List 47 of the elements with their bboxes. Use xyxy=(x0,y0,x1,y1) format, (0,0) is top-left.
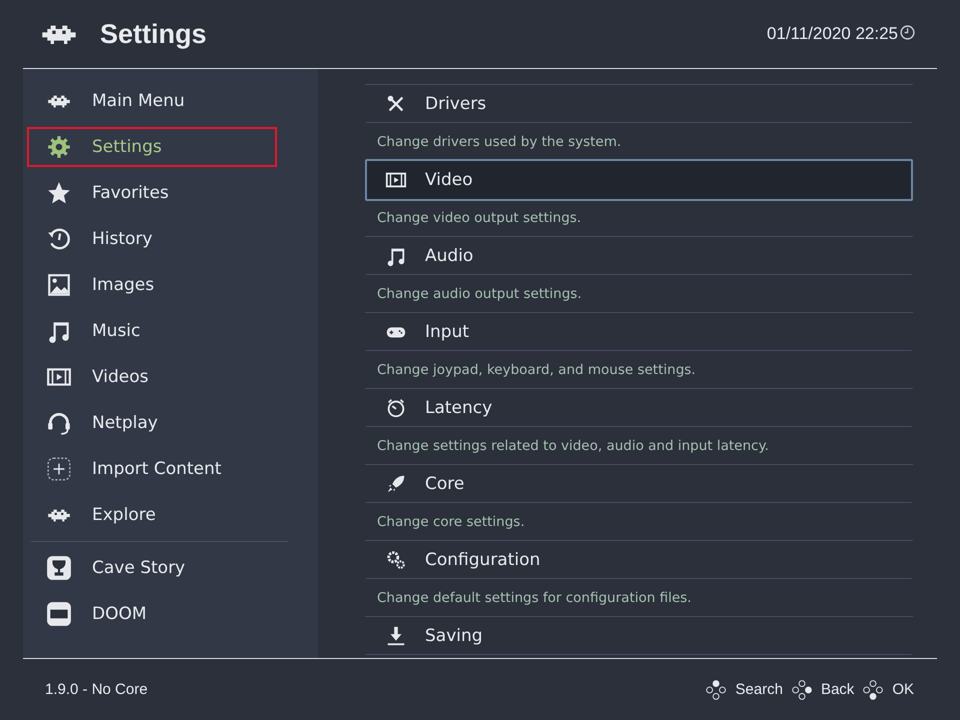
add-icon xyxy=(46,456,72,482)
menu-item[interactable]: Video xyxy=(365,159,913,201)
sidebar-item[interactable]: Settings xyxy=(27,127,277,167)
item-description: Change default settings for configuration files. xyxy=(365,579,913,617)
clock-icon xyxy=(899,24,916,40)
page-title: Settings xyxy=(100,18,207,50)
trophy-icon xyxy=(46,555,72,581)
hint-label: Search xyxy=(735,681,783,698)
sidebar-item[interactable]: Videos xyxy=(27,357,277,397)
sidebar-item[interactable]: Netplay xyxy=(27,403,277,443)
menu-item[interactable]: Input xyxy=(365,313,913,351)
hint-label: OK xyxy=(892,681,914,698)
date-time: 01/11/2020 22:25 xyxy=(766,24,898,44)
menu-item[interactable]: Drivers xyxy=(365,85,913,123)
menu-item[interactable]: Latency xyxy=(365,389,913,427)
sidebar-item[interactable]: History xyxy=(27,219,277,259)
menu-item[interactable]: Saving xyxy=(365,617,913,655)
image-icon xyxy=(46,272,72,298)
sidebar-item[interactable]: Explore xyxy=(27,495,277,535)
sidebar-item[interactable]: Main Menu xyxy=(27,81,277,121)
item-description: Change core settings. xyxy=(365,503,913,541)
sidebar-item[interactable]: Music xyxy=(27,311,277,351)
item-description: Change joypad, keyboard, and mouse settings. xyxy=(365,351,913,389)
download-icon xyxy=(385,624,407,646)
menu-item[interactable]: Core xyxy=(365,465,913,503)
gear-icon xyxy=(46,134,72,160)
sidebar-item[interactable]: Favorites xyxy=(27,173,277,213)
stopwatch-icon xyxy=(385,396,407,418)
hint-label: Back xyxy=(820,681,854,698)
game-badge-icon xyxy=(46,601,72,627)
sidebar-item[interactable]: Images xyxy=(27,265,277,305)
headset-icon xyxy=(46,410,72,436)
controller-buttons-icon xyxy=(790,678,813,700)
menu-item[interactable]: Audio xyxy=(365,237,913,275)
star-icon xyxy=(46,180,72,206)
item-description: Change video output settings. xyxy=(365,199,913,237)
sidebar-item[interactable]: DOOM xyxy=(27,594,277,634)
sidebar-item[interactable]: Import Content xyxy=(27,449,277,489)
item-description: Change settings related to video, audio and input latency. xyxy=(365,427,913,465)
version-label: 1.9.0 - No Core xyxy=(45,681,148,698)
controller-buttons-icon xyxy=(705,678,728,700)
gears-icon xyxy=(385,548,407,570)
item-description: Change audio output settings. xyxy=(365,275,913,313)
history-icon xyxy=(46,226,72,252)
sidebar-item[interactable]: Cave Story xyxy=(27,548,277,588)
menu-item[interactable]: Configuration xyxy=(365,541,913,579)
controller-buttons-icon xyxy=(862,678,884,700)
